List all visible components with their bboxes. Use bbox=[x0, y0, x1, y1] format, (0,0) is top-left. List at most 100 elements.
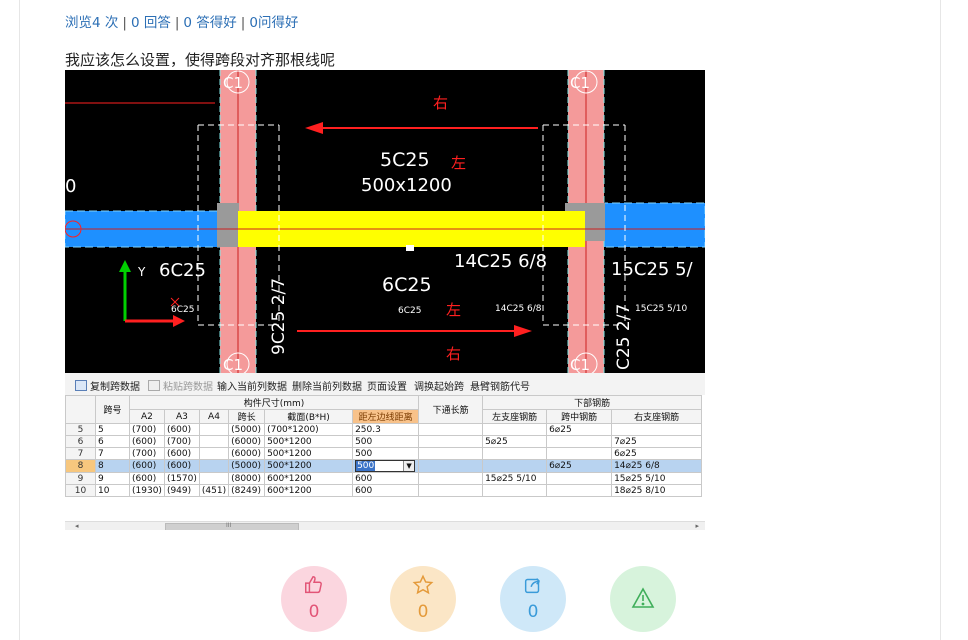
cad-label: 14C25 6/8 bbox=[495, 304, 542, 314]
cantilever-code-button[interactable]: 悬臂钢筋代号 bbox=[470, 378, 530, 393]
input-column-button[interactable]: 输入当前列数据 bbox=[217, 378, 287, 393]
scroll-left-icon[interactable]: ◂ bbox=[75, 522, 79, 530]
cell[interactable] bbox=[418, 447, 484, 460]
cell[interactable]: (700) bbox=[129, 447, 165, 460]
cell[interactable]: (5000) bbox=[228, 459, 266, 473]
table-row[interactable]: 7 7 (700) (600) (6000) 500*1200 500 6⌀25 bbox=[65, 447, 703, 460]
cell[interactable]: 8 bbox=[95, 459, 130, 473]
answer-count[interactable]: 0 回答 bbox=[131, 15, 171, 31]
scrollbar-thumb[interactable]: III bbox=[165, 522, 299, 530]
cell[interactable]: (600) bbox=[129, 459, 165, 473]
cell[interactable]: (1930) bbox=[129, 484, 165, 497]
cell[interactable]: (700*1200) bbox=[264, 423, 354, 436]
grid-toolbar: 复制跨数据 粘贴跨数据 输入当前列数据 删除当前列数据 页面设置 调换起始跨 悬… bbox=[65, 373, 705, 396]
cell[interactable] bbox=[418, 484, 484, 497]
cell[interactable]: (600) bbox=[163, 459, 200, 473]
delete-column-button[interactable]: 删除当前列数据 bbox=[292, 378, 362, 393]
cell[interactable] bbox=[418, 472, 484, 485]
cell[interactable] bbox=[198, 459, 230, 473]
copy-span-button[interactable]: 复制跨数据 bbox=[75, 378, 140, 393]
cell[interactable]: (600) bbox=[163, 423, 200, 436]
cell[interactable]: (700) bbox=[129, 423, 165, 436]
cell[interactable]: 600*1200 bbox=[264, 472, 354, 485]
cell[interactable]: (6000) bbox=[228, 447, 266, 460]
cell[interactable] bbox=[418, 435, 484, 448]
cell[interactable]: 6 bbox=[95, 435, 130, 448]
cell[interactable] bbox=[482, 459, 548, 473]
cell[interactable]: 10 bbox=[95, 484, 130, 497]
header-bottom-through: 下通长筋 bbox=[418, 395, 484, 424]
cell[interactable]: 7 bbox=[95, 447, 130, 460]
cell[interactable] bbox=[482, 484, 548, 497]
cell[interactable] bbox=[546, 447, 613, 460]
cell[interactable]: (5000) bbox=[228, 423, 266, 436]
page-setup-button[interactable]: 页面设置 bbox=[367, 378, 407, 393]
cell[interactable]: 14⌀25 6/8 bbox=[611, 459, 703, 473]
cell[interactable] bbox=[418, 459, 484, 473]
cell[interactable]: 500*1200 bbox=[264, 447, 354, 460]
cell[interactable]: (8000) bbox=[228, 472, 266, 485]
left-distance-dropdown[interactable]: 500 ▼ bbox=[352, 459, 420, 473]
cell[interactable]: 5⌀25 bbox=[482, 435, 548, 448]
cell[interactable]: (600) bbox=[129, 435, 165, 448]
table-row[interactable]: 10 10 (1930) (949) (451) (8249) 600*1200… bbox=[65, 484, 703, 497]
cell[interactable] bbox=[546, 435, 613, 448]
cell[interactable]: (6000) bbox=[228, 435, 266, 448]
cell[interactable] bbox=[198, 435, 230, 448]
cell[interactable] bbox=[418, 423, 484, 436]
cell[interactable]: 500*1200 bbox=[264, 435, 354, 448]
cell[interactable]: (1570) bbox=[163, 472, 200, 485]
table-row[interactable]: 6 6 (600) (700) (6000) 500*1200 500 5⌀25… bbox=[65, 435, 703, 448]
header-bottom-rebar: 下部钢筋 bbox=[482, 395, 703, 410]
cell[interactable]: 6⌀25 bbox=[546, 423, 613, 436]
cell[interactable]: 600 bbox=[352, 472, 420, 485]
cell[interactable] bbox=[482, 447, 548, 460]
horizontal-scrollbar[interactable]: ◂ III ▸ bbox=[65, 521, 705, 530]
report-button[interactable] bbox=[610, 566, 676, 632]
cell[interactable]: (8249) bbox=[228, 484, 266, 497]
table-row[interactable]: 5 5 (700) (600) (5000) (700*1200) 250.3 … bbox=[65, 423, 703, 436]
paste-label: 粘贴跨数据 bbox=[163, 382, 213, 393]
cell[interactable] bbox=[546, 472, 613, 485]
share-button[interactable]: 0 bbox=[500, 566, 566, 632]
table-row-selected[interactable]: 8 8 (600) (600) (5000) 500*1200 500 ▼ 6⌀2… bbox=[65, 459, 703, 473]
favorite-button[interactable]: 0 bbox=[390, 566, 456, 632]
cell[interactable]: (700) bbox=[163, 435, 200, 448]
cell[interactable]: 600 bbox=[352, 484, 420, 497]
cell[interactable]: 500 bbox=[352, 435, 420, 448]
cell[interactable]: (600) bbox=[163, 447, 200, 460]
cell[interactable]: 5 bbox=[95, 423, 130, 436]
cell[interactable]: 500 bbox=[352, 447, 420, 460]
beam-size-label: 500x1200 bbox=[361, 175, 452, 196]
cad-label: 0 bbox=[65, 176, 76, 197]
cell[interactable] bbox=[198, 472, 230, 485]
cell[interactable]: 15⌀25 5/10 bbox=[482, 472, 548, 485]
chevron-down-icon[interactable]: ▼ bbox=[403, 461, 415, 471]
cell[interactable]: 500*1200 bbox=[264, 459, 354, 473]
cell[interactable] bbox=[546, 484, 613, 497]
cell[interactable]: 600*1200 bbox=[264, 484, 354, 497]
like-button[interactable]: 0 bbox=[281, 566, 347, 632]
cell[interactable]: (451) bbox=[198, 484, 230, 497]
cell[interactable] bbox=[611, 423, 703, 436]
cell[interactable] bbox=[198, 423, 230, 436]
cell[interactable] bbox=[482, 423, 548, 436]
swap-start-button[interactable]: 调换起始跨 bbox=[414, 378, 464, 393]
cell[interactable]: 18⌀25 8/10 bbox=[611, 484, 703, 497]
cell[interactable]: 9 bbox=[95, 472, 130, 485]
question-screenshot[interactable]: C1 C1 C1 C1 右 左 5C25 500x1200 0 6C25 6C2… bbox=[65, 70, 705, 530]
paste-span-button[interactable]: 粘贴跨数据 bbox=[148, 378, 213, 393]
cell[interactable]: (600) bbox=[129, 472, 165, 485]
cell[interactable]: (949) bbox=[163, 484, 200, 497]
beam-name-label: 5C25 bbox=[380, 149, 430, 171]
scroll-right-icon[interactable]: ▸ bbox=[695, 522, 699, 530]
cell[interactable]: 250.3 bbox=[352, 423, 420, 436]
cell[interactable]: 6⌀25 bbox=[546, 459, 613, 473]
table-row[interactable]: 9 9 (600) (1570) (8000) 600*1200 600 15⌀… bbox=[65, 472, 703, 485]
cell[interactable] bbox=[198, 447, 230, 460]
cell[interactable]: 15⌀25 5/10 bbox=[611, 472, 703, 485]
cell[interactable]: 7⌀25 bbox=[611, 435, 703, 448]
header-span-length: 跨长 bbox=[228, 409, 266, 424]
copy-icon bbox=[75, 380, 87, 391]
cell[interactable]: 6⌀25 bbox=[611, 447, 703, 460]
